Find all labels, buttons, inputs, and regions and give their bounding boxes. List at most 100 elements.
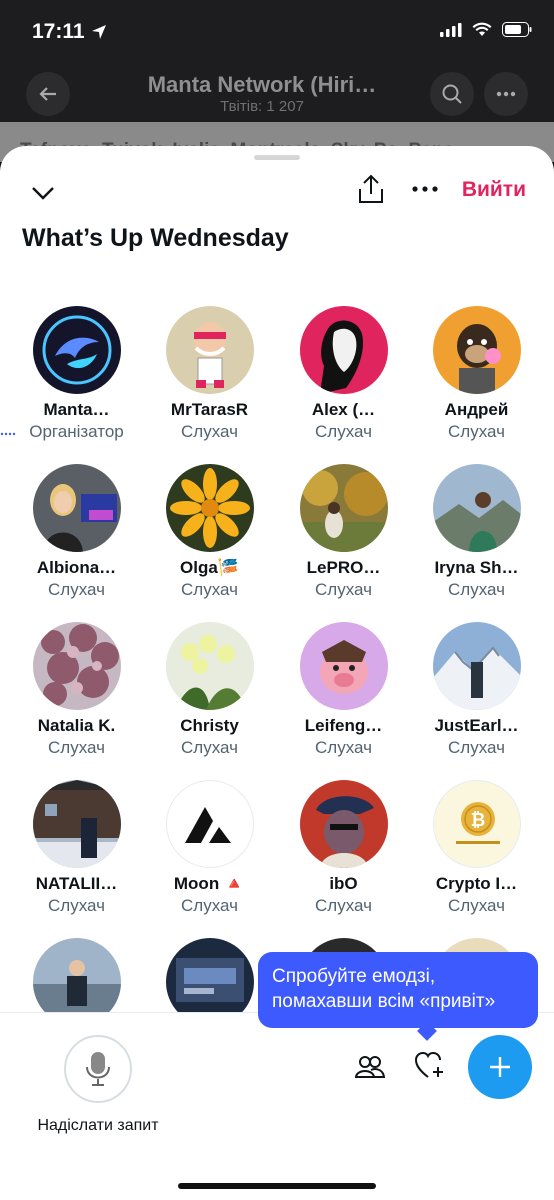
participant-tile[interactable]: Albiona… Слухач xyxy=(10,464,143,600)
plus-icon xyxy=(490,1057,510,1077)
participant-tile[interactable]: LePRO… Слухач xyxy=(277,464,410,600)
participant-role: Слухач xyxy=(48,580,105,599)
arrow-left-icon xyxy=(39,87,56,101)
participant-role: Слухач xyxy=(315,422,372,441)
heart-plus-icon xyxy=(415,1052,443,1078)
more-icon xyxy=(496,91,516,97)
participant-tile[interactable]: ibO Слухач xyxy=(277,780,410,916)
avatar xyxy=(299,306,388,394)
back-button[interactable] xyxy=(26,72,70,116)
participant-name: NATALII… xyxy=(35,874,118,893)
participant-name: Natalia K. xyxy=(37,716,116,735)
status-icons xyxy=(440,22,532,37)
profile-title: Manta Network (Hiri… xyxy=(147,72,377,97)
participant-tile[interactable]: JustEarl… Слухач xyxy=(410,622,543,758)
participant-role: Слухач xyxy=(48,738,105,757)
chevron-down-icon xyxy=(32,187,54,200)
emoji-tooltip[interactable]: Спробуйте емодзі, помахавши всім «привіт… xyxy=(258,952,538,1028)
participant-tile[interactable]: Alex (… Слухач xyxy=(277,306,410,442)
reactions-button[interactable] xyxy=(412,1049,448,1083)
request-to-speak-button[interactable] xyxy=(64,1035,132,1103)
participant-tile[interactable]: Natalia K. Слухач xyxy=(10,622,143,758)
participant-tile[interactable]: NATALII… Слухач xyxy=(10,780,143,916)
space-title: What’s Up Wednesday xyxy=(22,224,289,252)
participant-role: Слухач xyxy=(48,896,105,915)
avatar xyxy=(32,464,121,552)
participant-tile[interactable]: Iryna Sh… Слухач xyxy=(410,464,543,600)
participant-role: Слухач xyxy=(448,896,505,915)
participant-role: Слухач xyxy=(448,580,505,599)
participant-role: Слухач xyxy=(315,580,372,599)
share-button[interactable] xyxy=(354,172,388,206)
yellow-flower-icon xyxy=(169,468,250,548)
sheet-grabber[interactable] xyxy=(254,155,300,160)
participant-name: Андрей xyxy=(444,400,509,419)
participant-role: Організатор xyxy=(29,422,124,441)
sheet-toolbar: Вийти xyxy=(0,170,554,214)
orchids-icon xyxy=(165,622,254,710)
participant-name: Albiona… xyxy=(36,558,117,577)
search-button[interactable] xyxy=(430,72,474,116)
participant-name: Christy xyxy=(180,716,239,735)
participant-name: Leifeng… xyxy=(304,716,383,735)
leave-button[interactable]: Вийти xyxy=(462,178,526,202)
people-icon xyxy=(355,1056,385,1078)
microphone-icon xyxy=(86,1052,110,1086)
woman-desk-icon xyxy=(42,484,117,552)
snow-mountain-icon xyxy=(432,646,521,710)
participant-tile[interactable]: MrTarasR Слухач xyxy=(143,306,276,442)
participant-tile[interactable]: Moon 🔺 Слухач xyxy=(143,780,276,916)
participant-name: LePRO… xyxy=(306,558,381,577)
ape-nft-icon xyxy=(456,324,501,394)
profile-header: Manta Network (Hiri… Твітів: 1 207 xyxy=(0,66,554,122)
participant-name: Crypto I… xyxy=(435,874,518,893)
participant-role: Слухач xyxy=(181,896,238,915)
participant-tile[interactable]: Leifeng… Слухач xyxy=(277,622,410,758)
bitcoin-coin-icon: ₿ xyxy=(455,802,500,844)
space-more-button[interactable] xyxy=(410,174,440,204)
participant-role: Слухач xyxy=(181,738,238,757)
avatar xyxy=(165,306,254,394)
participant-role: Слухач xyxy=(448,422,505,441)
more-icon xyxy=(412,186,438,192)
battery-icon xyxy=(502,22,532,37)
participant-name: JustEarl… xyxy=(434,716,519,735)
location-icon xyxy=(91,25,106,39)
avatar xyxy=(299,464,388,552)
avatar xyxy=(299,622,388,710)
participant-tile[interactable]: Manta… Організатор xyxy=(10,306,143,442)
more-button[interactable] xyxy=(484,72,528,116)
participant-tile[interactable]: Christy Слухач xyxy=(143,622,276,758)
participant-name: Iryna Sh… xyxy=(434,558,519,577)
bottom-bar: Надіслати запит xyxy=(0,1012,554,1200)
request-label: Надіслати запит xyxy=(37,1117,159,1134)
search-icon xyxy=(442,84,462,104)
status-time: 17:11 xyxy=(32,20,107,44)
participant-role: Слухач xyxy=(181,580,238,599)
avatar xyxy=(32,780,121,868)
avatar xyxy=(165,780,254,868)
participant-tile[interactable]: ₿ Crypto I… Слухач xyxy=(410,780,543,916)
pirate-nft-icon xyxy=(315,796,374,868)
speaking-indicator xyxy=(0,432,16,436)
avalanche-logo-icon xyxy=(184,807,231,843)
avatar xyxy=(432,622,521,710)
statue-icon xyxy=(319,320,363,394)
avatar: ₿ xyxy=(432,780,521,868)
avatar xyxy=(432,306,521,394)
participant-tile[interactable]: Андрей Слухач xyxy=(410,306,543,442)
avatar xyxy=(32,622,121,710)
cellular-icon xyxy=(440,22,462,37)
tweet-count: Твітів: 1 207 xyxy=(220,98,304,115)
avatar xyxy=(165,622,254,710)
participant-tile[interactable]: Olga🎏 Слухач xyxy=(143,464,276,600)
add-button[interactable] xyxy=(468,1035,532,1099)
participants-button[interactable] xyxy=(352,1051,388,1083)
cartoon-pig-icon xyxy=(319,640,368,694)
avatar xyxy=(299,780,388,868)
pink-blossom-icon xyxy=(40,624,119,706)
participant-role: Слухач xyxy=(181,422,238,441)
collapse-button[interactable] xyxy=(28,178,58,208)
avatar xyxy=(32,306,121,394)
avatar xyxy=(165,464,254,552)
